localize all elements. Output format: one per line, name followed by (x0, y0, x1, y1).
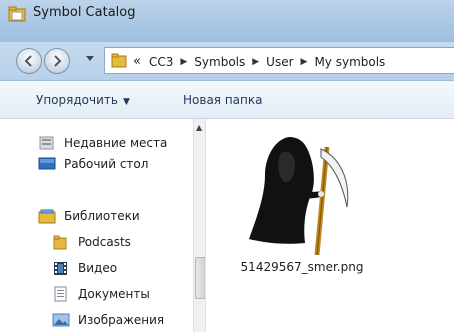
scroll-up-arrow-icon[interactable]: ▲ (196, 123, 202, 132)
sidebar-item-label: Видео (78, 261, 118, 275)
organize-button[interactable]: Упорядочить ▼ (36, 93, 130, 107)
breadcrumb: « CC3 ▶ Symbols ▶ User ▶ My symbols (133, 54, 385, 69)
navigation-pane: Недавние места Рабочий стол Библиотеки P… (0, 119, 205, 332)
new-folder-button[interactable]: Новая папка (183, 93, 262, 107)
back-arrow-icon (24, 55, 32, 67)
sidebar-item-recent-places[interactable]: Недавние места (38, 133, 167, 153)
folder-icon (53, 235, 67, 250)
sidebar-item-pictures[interactable]: Изображения (52, 310, 164, 330)
breadcrumb-cc3[interactable]: CC3 (149, 55, 173, 69)
command-bar: Упорядочить ▼ Новая папка (0, 81, 454, 119)
recent-places-icon (39, 136, 54, 150)
pictures-icon (52, 313, 70, 327)
breadcrumb-my-symbols[interactable]: My symbols (314, 55, 385, 69)
breadcrumb-user[interactable]: User (266, 55, 293, 69)
chevron-down-icon: ▼ (122, 97, 130, 107)
video-icon (54, 262, 67, 275)
sidebar-item-label: Документы (78, 287, 150, 301)
history-dropdown-icon[interactable] (86, 56, 94, 62)
sidebar-item-podcasts[interactable]: Podcasts (52, 232, 131, 252)
folder-icon (111, 53, 127, 68)
sidebar-item-label: Изображения (78, 313, 165, 327)
breadcrumb-symbols[interactable]: Symbols (194, 55, 245, 69)
chevron-right-icon[interactable]: ▶ (301, 57, 308, 67)
file-item[interactable]: 51429567_smer.png (240, 131, 380, 311)
folder-icon (8, 6, 26, 22)
sidebar-item-label: Недавние места (64, 136, 168, 150)
sidebar-item-video[interactable]: Видео (52, 258, 117, 278)
grim-reaper-thumbnail (249, 137, 349, 255)
chevron-right-icon[interactable]: ▶ (252, 57, 259, 67)
file-name: 51429567_smer.png (240, 260, 364, 274)
navigation-bar: « CC3 ▶ Symbols ▶ User ▶ My symbols (0, 42, 454, 81)
desktop-icon (38, 157, 56, 170)
libraries-icon (38, 209, 56, 224)
organize-label: Упорядочить (36, 93, 118, 107)
breadcrumb-overflow[interactable]: « (133, 54, 141, 69)
documents-icon (54, 286, 67, 302)
pane-divider[interactable] (205, 119, 206, 332)
sidebar-item-documents[interactable]: Документы (52, 284, 150, 304)
forward-button[interactable] (44, 48, 70, 74)
sidebar-item-label: Рабочий стол (64, 157, 149, 171)
back-button[interactable] (16, 48, 42, 74)
chevron-right-icon[interactable]: ▶ (180, 57, 187, 67)
window-title: Symbol Catalog (33, 5, 136, 20)
address-bar[interactable]: « CC3 ▶ Symbols ▶ User ▶ My symbols (104, 47, 454, 74)
sidebar-item-desktop[interactable]: Рабочий стол (38, 154, 148, 174)
forward-arrow-icon (54, 55, 62, 67)
sidebar-item-label: Библиотеки (64, 209, 140, 223)
sidebar-item-libraries[interactable]: Библиотеки (38, 206, 140, 226)
sidebar-item-label: Podcasts (78, 235, 131, 249)
title-bar: Symbol Catalog (0, 0, 454, 42)
